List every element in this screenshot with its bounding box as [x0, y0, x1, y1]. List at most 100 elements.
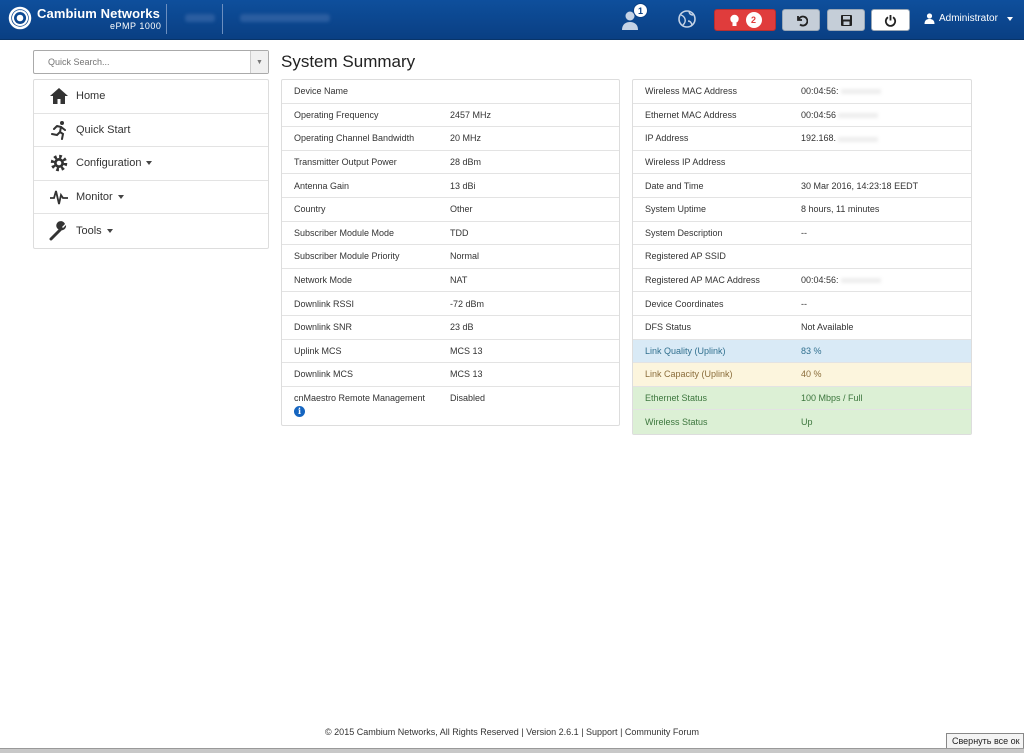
table-row-ethernet-status: Ethernet Status 100 Mbps / Full — [633, 386, 971, 411]
redacted-text — [838, 113, 879, 119]
sidebar-item-tools[interactable]: Tools — [34, 214, 268, 248]
row-value: Not Available — [801, 322, 854, 333]
table-row: System Description -- — [633, 222, 971, 246]
version-link[interactable]: Version 2.6.1 — [526, 727, 579, 737]
sidebar-item-label: Quick Start — [76, 123, 131, 136]
table-row: System Uptime 8 hours, 11 minutes — [633, 198, 971, 222]
table-row: Transmitter Output Power 28 dBm — [282, 151, 619, 175]
row-key: Subscriber Module Priority — [294, 251, 400, 262]
row-key: DFS Status — [645, 322, 692, 333]
row-value-group: 192.168. — [801, 133, 971, 143]
row-value: 20 MHz — [450, 133, 482, 144]
table-row: Operating Channel Bandwidth 20 MHz — [282, 127, 619, 151]
alerts-button[interactable]: 2 — [714, 9, 776, 31]
search-input[interactable] — [34, 51, 248, 73]
row-value-group: 00:04:56 — [801, 110, 971, 120]
row-value: 30 Mar 2016, 14:23:18 EEDT — [801, 180, 919, 191]
brand-name: Cambium Networks — [37, 6, 160, 21]
row-key: Downlink RSSI — [294, 298, 355, 309]
table-row: Downlink SNR 23 dB — [282, 316, 619, 340]
row-value: 00:04:56 — [801, 109, 837, 120]
table-row-link-quality: Link Quality (Uplink) 83 % — [633, 339, 971, 364]
table-row-link-capacity: Link Capacity (Uplink) 40 % — [633, 363, 971, 387]
quick-search[interactable]: ▼ — [33, 50, 269, 74]
power-button[interactable] — [871, 9, 910, 31]
row-value: 8 hours, 11 minutes — [801, 204, 880, 215]
page-footer: © 2015 Cambium Networks, All Rights Rese… — [0, 727, 1024, 737]
system-summary-left-table: Device Name Operating Frequency 2457 MHz … — [281, 79, 620, 426]
row-key: Device Coordinates — [645, 298, 724, 309]
header-divider — [166, 4, 167, 34]
admin-label: Administrator — [939, 13, 998, 24]
running-man-icon — [51, 120, 66, 140]
table-row: Downlink MCS MCS 13 — [282, 363, 619, 387]
table-row: Network Mode NAT — [282, 269, 619, 293]
sidebar-item-label: Tools — [76, 224, 102, 237]
row-value: -72 dBm — [450, 298, 485, 309]
top-navbar: Cambium Networks ePMP 1000 1 2 Administr… — [0, 0, 1024, 40]
row-key: Subscriber Module Mode — [294, 227, 395, 238]
table-row: Antenna Gain 13 dBi — [282, 174, 619, 198]
row-key: System Uptime — [645, 204, 707, 215]
row-key: Antenna Gain — [294, 180, 350, 191]
chevron-down-icon[interactable]: ▼ — [250, 51, 268, 73]
row-value-group: 00:04:56: — [801, 86, 971, 96]
device-model: ePMP 1000 — [110, 21, 162, 31]
user-count-badge: 1 — [633, 3, 648, 18]
row-key: System Description — [645, 227, 723, 238]
row-key: Date and Time — [645, 180, 704, 191]
table-row: Ethernet MAC Address 00:04:56 — [633, 104, 971, 128]
community-forum-link[interactable]: Community Forum — [625, 727, 699, 737]
row-key: Wireless IP Address — [645, 157, 726, 168]
globe-icon[interactable] — [677, 9, 697, 29]
redacted-text — [840, 89, 881, 95]
row-value-group: 00:04:56: — [801, 275, 971, 285]
row-key: cnMaestro Remote Management — [294, 392, 426, 403]
sidebar-item-home[interactable]: Home — [34, 80, 268, 114]
home-icon — [50, 88, 68, 105]
row-key: Link Capacity (Uplink) — [645, 369, 733, 380]
power-icon — [884, 14, 897, 27]
row-key: Downlink SNR — [294, 322, 353, 333]
chevron-down-icon — [106, 228, 113, 233]
row-value: -- — [801, 298, 807, 309]
sidebar-item-label: Monitor — [76, 190, 113, 203]
undo-button[interactable] — [782, 9, 820, 31]
row-key: Country — [294, 204, 326, 215]
person-icon — [924, 13, 935, 24]
info-icon[interactable]: i — [294, 405, 305, 417]
row-key: Device Name — [294, 86, 349, 97]
sidebar-item-configuration[interactable]: Configuration — [34, 147, 268, 181]
save-button[interactable] — [827, 9, 865, 31]
wrench-icon — [49, 220, 67, 241]
row-value: 40 % — [801, 369, 822, 380]
row-value: Up — [801, 417, 813, 428]
row-value: TDD — [450, 227, 469, 238]
table-row: Country Other — [282, 198, 619, 222]
admin-menu[interactable]: Administrator — [924, 13, 1013, 24]
table-row: Subscriber Module Mode TDD — [282, 222, 619, 246]
sidebar-item-quick-start[interactable]: Quick Start — [34, 114, 268, 147]
chevron-down-icon — [1006, 16, 1013, 21]
pulse-icon — [50, 190, 68, 204]
alert-count-badge: 2 — [745, 12, 762, 28]
undo-icon — [796, 15, 808, 26]
save-icon — [840, 14, 852, 26]
row-key: Registered AP MAC Address — [645, 275, 760, 286]
row-key: Registered AP SSID — [645, 251, 726, 262]
table-row: Device Name — [282, 80, 619, 104]
row-key: Ethernet Status — [645, 393, 708, 404]
chevron-down-icon — [146, 161, 153, 166]
row-key: Operating Frequency — [294, 109, 379, 120]
table-row: Registered AP SSID — [633, 245, 971, 269]
table-row: Operating Frequency 2457 MHz — [282, 104, 619, 128]
row-key: Operating Channel Bandwidth — [294, 133, 415, 144]
redacted-text — [840, 278, 881, 284]
sidebar-item-label: Home — [76, 90, 106, 103]
sidebar-item-monitor[interactable]: Monitor — [34, 181, 268, 214]
row-key: Wireless MAC Address — [645, 86, 738, 97]
support-link[interactable]: Support — [586, 727, 618, 737]
system-summary-right-table: Wireless MAC Address 00:04:56: Ethernet M… — [632, 79, 972, 435]
row-value: 83 % — [801, 345, 822, 356]
row-value: -- — [801, 227, 807, 238]
